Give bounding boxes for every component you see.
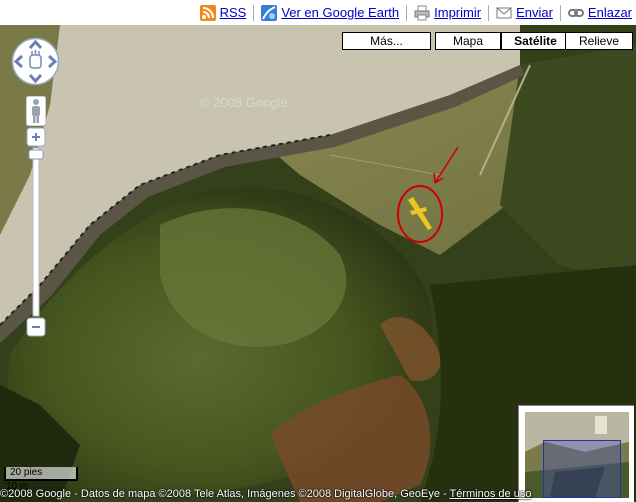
link-icon — [567, 8, 584, 17]
link-label: Enlazar — [587, 5, 632, 20]
email-icon — [496, 7, 512, 18]
annotation-arrow — [434, 146, 459, 184]
hand-icon[interactable] — [29, 50, 42, 69]
email-link[interactable]: Enviar — [496, 5, 553, 21]
zoom-handle[interactable] — [28, 149, 44, 160]
email-label: Enviar — [516, 5, 553, 20]
rss-label: RSS — [219, 5, 247, 20]
divider — [488, 4, 490, 21]
link-link[interactable]: Enlazar — [567, 5, 632, 21]
annotation-layer — [397, 146, 459, 243]
scale-feet: 20 pies — [10, 467, 43, 478]
divider — [406, 4, 408, 21]
divider — [253, 4, 255, 21]
copyright-label: ©2008 Google - Datos de mapa ©2008 Tele … — [0, 488, 450, 500]
rss-link[interactable]: RSS — [199, 4, 247, 21]
rss-icon — [199, 4, 216, 21]
more-button[interactable]: Más... — [342, 32, 431, 50]
relief-button[interactable]: Relieve — [565, 32, 633, 50]
print-label: Imprimir — [434, 5, 482, 20]
overview-viewport[interactable] — [543, 440, 621, 498]
divider — [559, 4, 561, 21]
top-link-bar: RSS Ver en Google Earth Imprimir Enviar … — [0, 0, 636, 25]
pan-control[interactable] — [11, 37, 60, 86]
print-link[interactable]: Imprimir — [414, 5, 481, 21]
google-earth-link[interactable]: Ver en Google Earth — [261, 4, 400, 21]
copyright-text: ©2008 Google - Datos de mapa ©2008 Tele … — [0, 488, 531, 500]
pegman-icon[interactable] — [26, 96, 46, 126]
map-watermark: © 2008 Google — [200, 95, 288, 110]
satellite-map[interactable]: © 2008 Google Más... Mapa Satélite Relie… — [0, 25, 636, 502]
map-type-controls: Más... Mapa Satélite Relieve — [342, 32, 633, 50]
google-maps-window: RSS Ver en Google Earth Imprimir Enviar … — [0, 0, 636, 502]
google-earth-icon — [261, 4, 278, 21]
yellow-plane-icon — [408, 197, 432, 230]
map-button[interactable]: Mapa — [435, 32, 501, 50]
google-earth-label: Ver en Google Earth — [281, 5, 400, 20]
zoom-slider[interactable] — [26, 127, 46, 337]
satellite-button[interactable]: Satélite — [501, 32, 569, 50]
terms-link[interactable]: Términos de uso — [450, 488, 532, 500]
print-icon — [414, 5, 430, 20]
overview-map[interactable] — [518, 405, 634, 502]
